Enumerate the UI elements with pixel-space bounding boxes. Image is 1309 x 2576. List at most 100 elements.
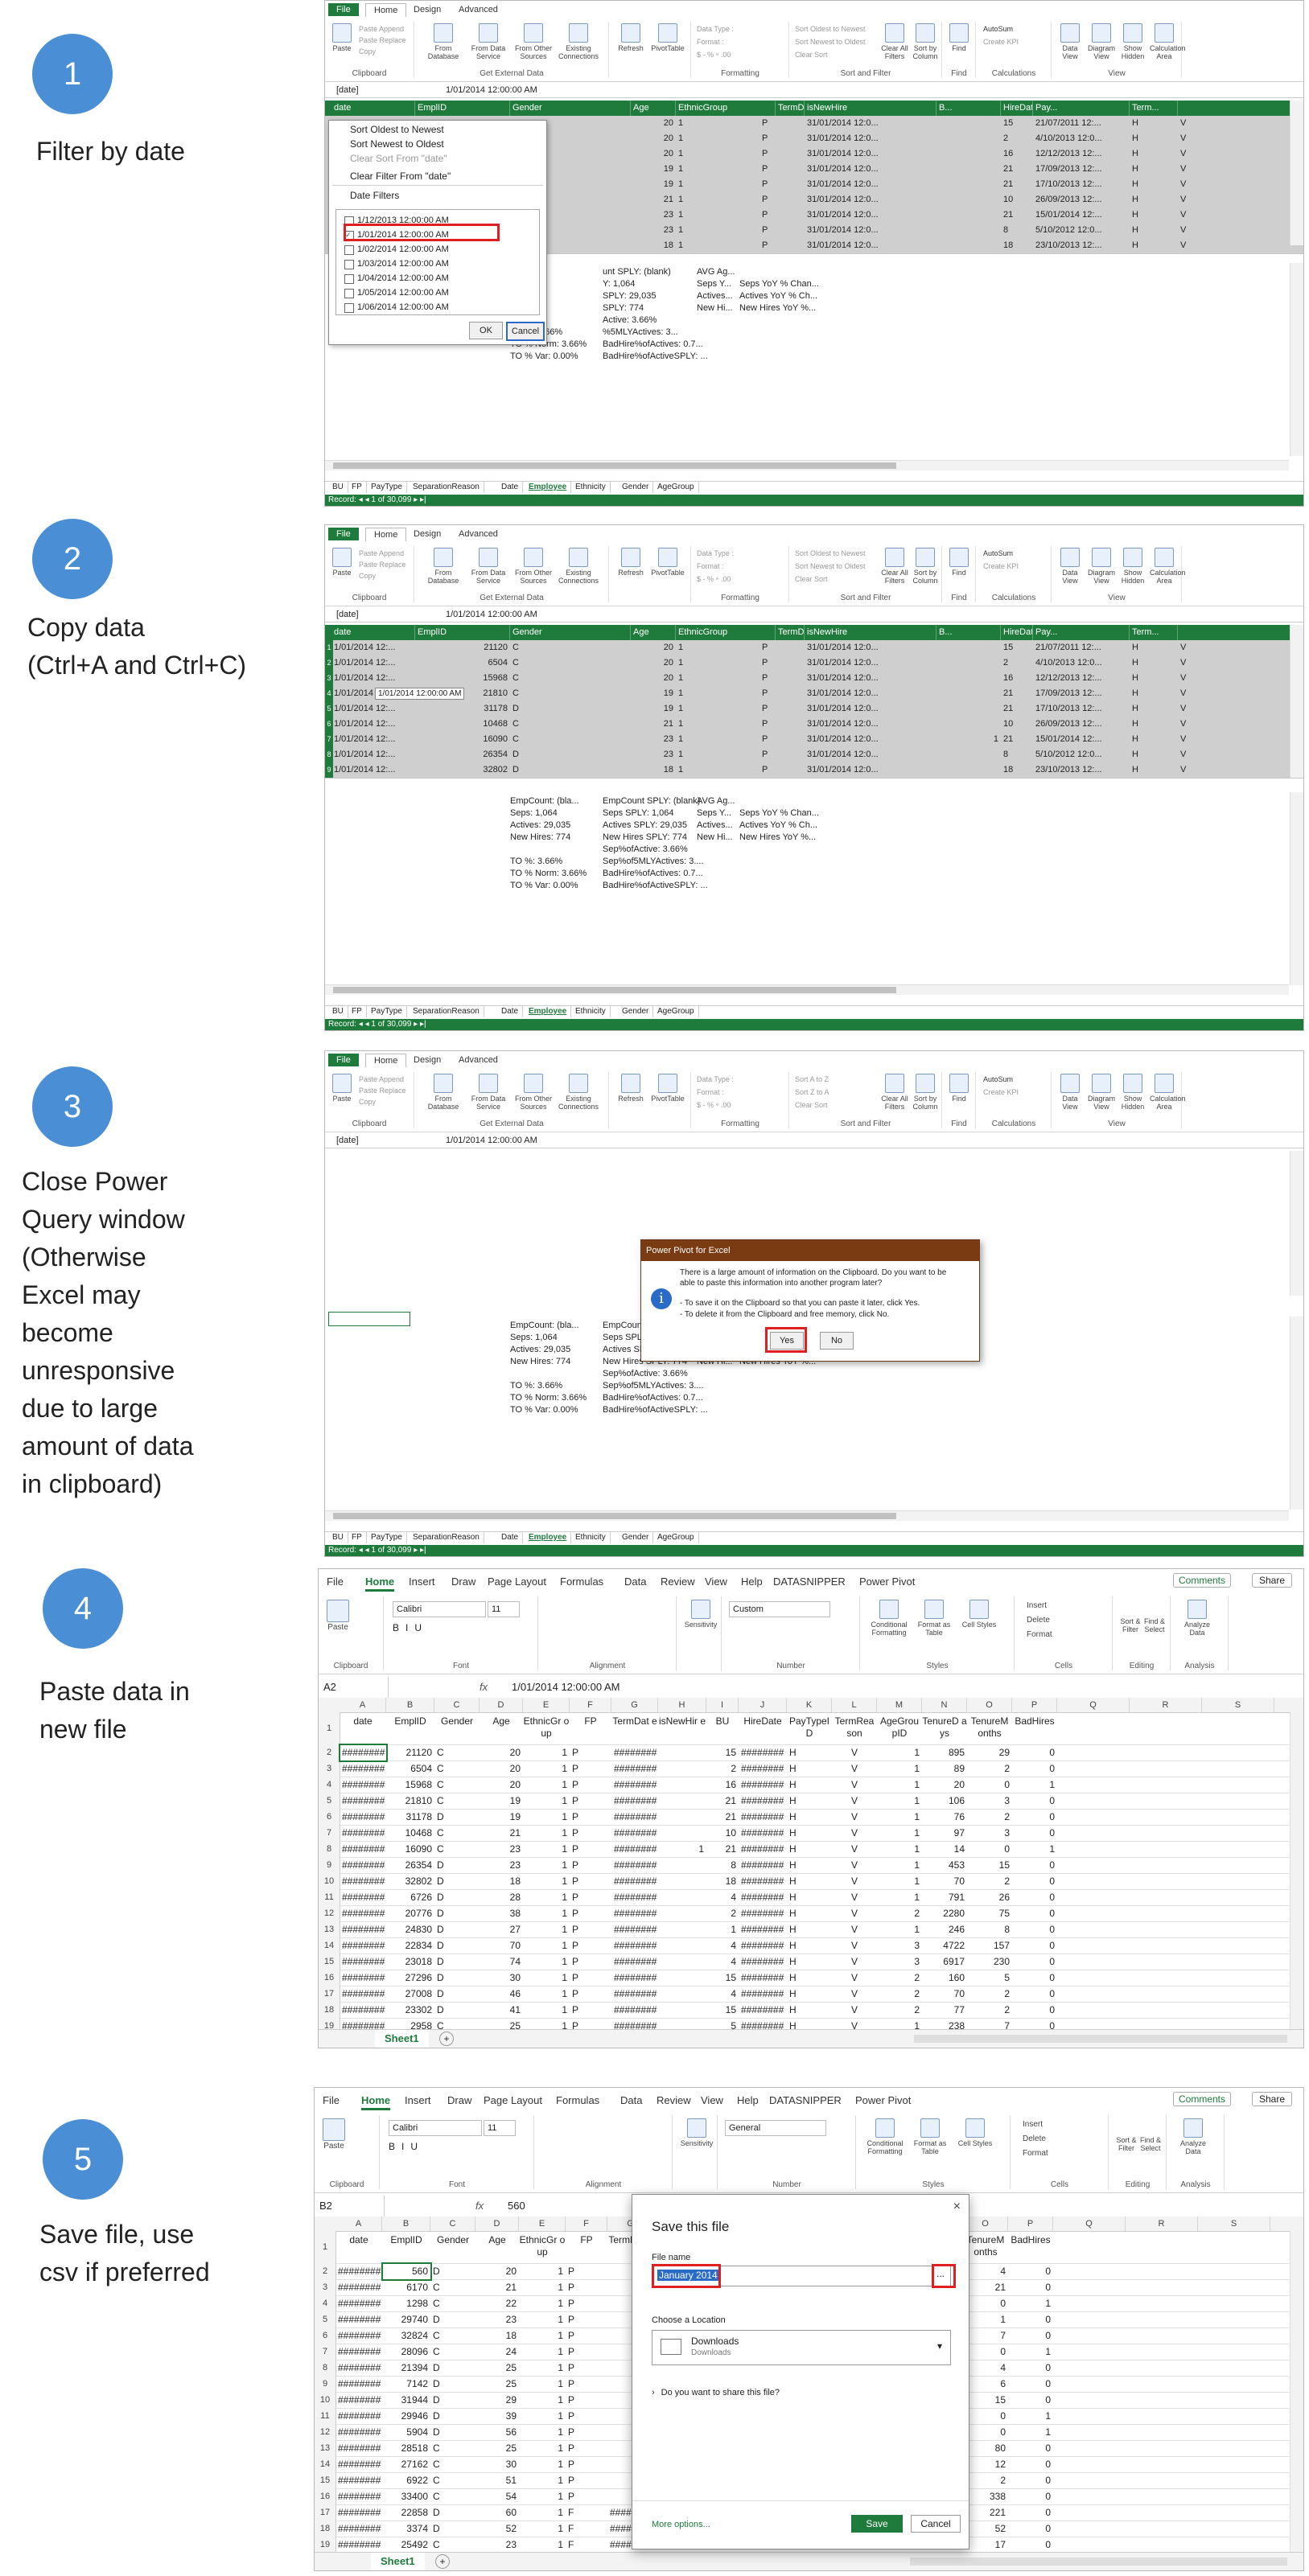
table-cell[interactable]: 27: [480, 1921, 523, 1937]
table-cell[interactable]: 0: [1008, 2360, 1053, 2376]
sort-button[interactable]: Sort Oldest to Newest: [795, 549, 866, 557]
editing-button[interactable]: Sort & Filter: [1118, 1617, 1142, 1633]
table-cell[interactable]: 3: [967, 1825, 1012, 1841]
view-button[interactable]: Data View: [1056, 548, 1085, 585]
table-cell[interactable]: 895: [922, 1744, 967, 1760]
paste-append-button[interactable]: Paste Append: [359, 549, 404, 557]
column-letter[interactable]: A: [340, 1698, 386, 1712]
table-cell[interactable]: 5: [967, 1970, 1012, 1986]
table-cell[interactable]: 10468: [386, 1825, 434, 1841]
table-cell[interactable]: 26354: [386, 1857, 434, 1873]
table-cell[interactable]: 21810: [386, 1793, 434, 1809]
column-header[interactable]: B...: [936, 625, 1001, 640]
table-row[interactable]: 3 ######## 6504 C 20 1 P ######## 2 ######## H V 1 89…: [319, 1760, 1290, 1777]
column-header[interactable]: Gender: [430, 2231, 475, 2263]
table-cell[interactable]: ########: [335, 2392, 382, 2408]
column-header[interactable]: BadHires: [1008, 2231, 1053, 2263]
table-cell[interactable]: 20: [480, 1777, 523, 1793]
column-letter[interactable]: D: [480, 1698, 523, 1712]
table-cell[interactable]: D: [434, 1873, 480, 1889]
table-cell[interactable]: C: [430, 2488, 475, 2504]
table-cell[interactable]: D: [430, 2360, 475, 2376]
table-cell[interactable]: 4: [706, 1986, 739, 2002]
measure-cell[interactable]: SPLY: 774: [603, 302, 644, 314]
tab-datasnipper[interactable]: DATASNIPPER: [773, 1576, 846, 1588]
table-cell[interactable]: 1: [523, 2002, 570, 2018]
share-button[interactable]: Share: [1251, 1573, 1292, 1588]
table-cell[interactable]: 1: [1008, 2424, 1053, 2440]
column-header[interactable]: EthnicGr oup: [519, 2231, 566, 2263]
table-cell[interactable]: P: [570, 1760, 611, 1777]
table-cell[interactable]: ########: [739, 1744, 787, 1760]
column-letter[interactable]: S: [1202, 1698, 1274, 1712]
table-cell[interactable]: H: [787, 1744, 832, 1760]
filter-menu-item[interactable]: Clear Filter From "date": [332, 169, 543, 183]
column-header[interactable]: Age: [631, 101, 676, 116]
column-header[interactable]: date: [335, 2231, 382, 2263]
measure-cell[interactable]: BadHire%ofActiveSPLY: ...: [603, 880, 708, 892]
cells-button[interactable]: Delete: [1023, 2134, 1046, 2143]
table-cell[interactable]: 23: [480, 1857, 523, 1873]
table-cell[interactable]: 31944: [382, 2392, 430, 2408]
measure-cell[interactable]: Seps: 1,064: [510, 807, 558, 820]
table-cell[interactable]: ########: [739, 1889, 787, 1905]
view-button[interactable]: Diagram View: [1087, 548, 1116, 585]
table-cell[interactable]: D: [430, 2263, 475, 2279]
table-cell[interactable]: 0: [1008, 2376, 1053, 2392]
table-cell[interactable]: 0: [1008, 2327, 1053, 2344]
measure-cell[interactable]: EmpCount: (bla...: [510, 795, 579, 807]
table-cell[interactable]: 6917: [922, 1954, 967, 1970]
measure-cell[interactable]: TO %: 3.66%: [510, 856, 562, 868]
table-cell[interactable]: 1: [519, 2344, 566, 2360]
table-cell[interactable]: 23: [475, 2311, 519, 2327]
measure-cell[interactable]: Seps Y...: [697, 807, 731, 820]
table-cell[interactable]: 1: [523, 1760, 570, 1777]
date-checkbox-item[interactable]: 1/02/2014 12:00:00 AM: [336, 242, 536, 257]
sort-button[interactable]: Clear Sort: [795, 575, 828, 583]
table-cell[interactable]: ########: [611, 1857, 658, 1873]
table-cell[interactable]: ########: [739, 1809, 787, 1825]
table-cell[interactable]: 4722: [922, 1937, 967, 1954]
table-cell[interactable]: 0: [1008, 2456, 1053, 2472]
measure-cell[interactable]: Sep%of5MLYActives: 3....: [603, 1380, 704, 1392]
autosum-button[interactable]: AutoSum: [983, 25, 1013, 33]
table-cell[interactable]: 26: [967, 1889, 1012, 1905]
tab-design[interactable]: Design: [405, 528, 449, 540]
filter-menu-item[interactable]: Clear Sort From "date": [332, 151, 543, 166]
table-row[interactable]: 10 ######## 32802 D 18 1 P ######## 18 ######## H V…: [319, 1873, 1290, 1890]
column-header[interactable]: Gender: [434, 1712, 480, 1744]
table-cell[interactable]: ########: [739, 1905, 787, 1921]
column-letter[interactable]: P: [1012, 1698, 1057, 1712]
table-cell[interactable]: 2: [877, 1986, 922, 2002]
column-header[interactable]: TermDate: [776, 625, 805, 640]
table-cell[interactable]: 23: [480, 1841, 523, 1857]
table-cell[interactable]: 33400: [382, 2488, 430, 2504]
table-cell[interactable]: 2: [877, 1970, 922, 1986]
horizontal-scrollbar[interactable]: [325, 1510, 1289, 1521]
table-cell[interactable]: ########: [335, 2537, 382, 2553]
paste-replace-button[interactable]: Paste Replace: [359, 1087, 406, 1095]
table-cell[interactable]: V: [832, 1921, 877, 1937]
table-cell[interactable]: F: [566, 2504, 607, 2521]
find-button[interactable]: Find: [945, 1074, 973, 1103]
horizontal-scrollbar[interactable]: [914, 2035, 1287, 2043]
cancel-button[interactable]: Cancel: [506, 322, 545, 341]
paste-button[interactable]: Paste: [328, 548, 356, 577]
table-cell[interactable]: 453: [922, 1857, 967, 1873]
analyze-data-button[interactable]: Analyze Data: [1175, 2118, 1211, 2155]
column-name-box[interactable]: [date]: [336, 1133, 359, 1148]
table-tab-fp[interactable]: FP: [348, 1006, 367, 1017]
table-cell[interactable]: 0: [1008, 2392, 1053, 2408]
table-row[interactable]: 7 1/01/2014 12:... 16090 C 23 1 P 31/01/2014 12…: [325, 732, 1303, 748]
table-cell[interactable]: ########: [335, 2360, 382, 2376]
font-size-select[interactable]: 11: [484, 2120, 516, 2136]
measure-cell[interactable]: AVG Ag...: [697, 795, 735, 807]
external-data-button[interactable]: From Other Sources: [512, 23, 555, 60]
table-cell[interactable]: 20776: [386, 1905, 434, 1921]
table-cell[interactable]: ########: [340, 1873, 386, 1889]
table-row[interactable]: 4 1/01/2014 12:... 21810 C 19 1 P 31/01/2014 12…: [325, 686, 1303, 702]
horizontal-scrollbar[interactable]: [910, 2558, 1287, 2566]
measure-cell[interactable]: TO % Var: 0.00%: [510, 880, 578, 892]
tab-home[interactable]: Home: [361, 2094, 391, 2110]
table-cell[interactable]: ########: [335, 2488, 382, 2504]
